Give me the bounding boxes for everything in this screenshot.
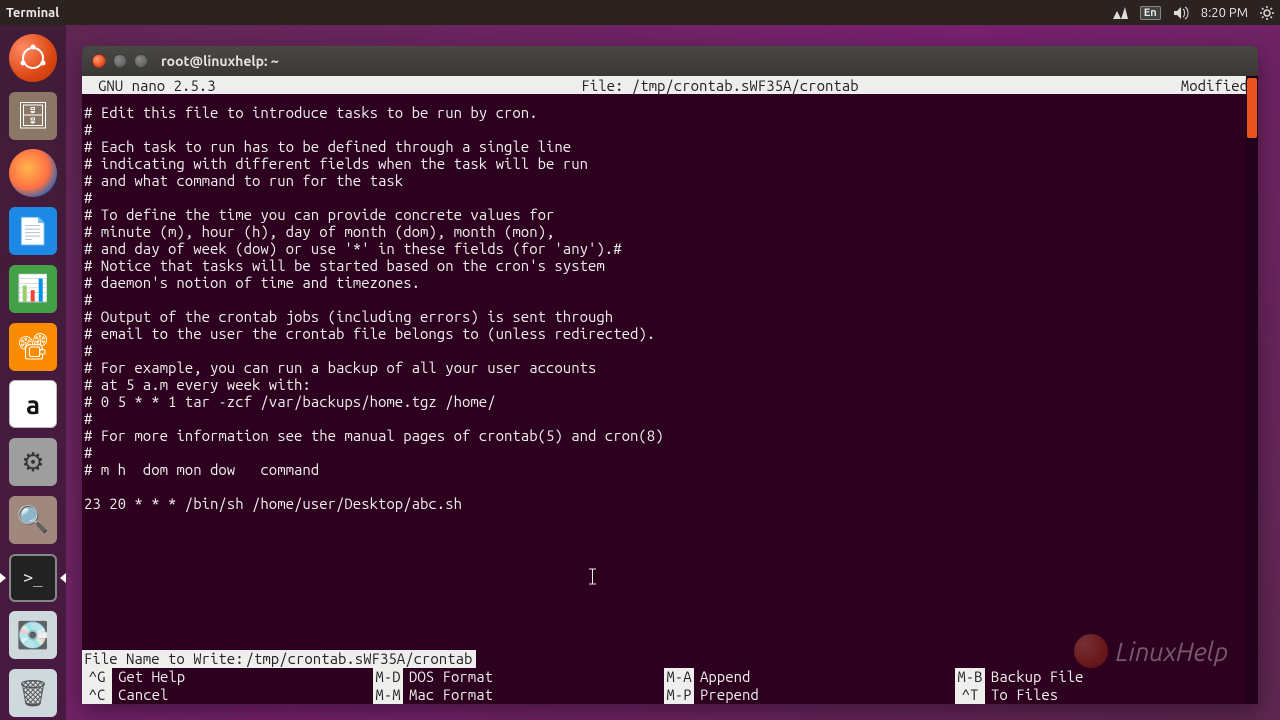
nano-shortcut[interactable]: M-PPrepend: [664, 686, 955, 704]
window-titlebar[interactable]: root@linuxhelp: ~: [82, 46, 1258, 76]
nano-save-prompt[interactable]: File Name to Write: /tmp/crontab.sWF35A/…: [82, 650, 1246, 668]
active-app-label: Terminal: [6, 6, 59, 20]
shortcut-key: M-A: [664, 668, 694, 686]
nano-shortcut[interactable]: M-AAppend: [664, 668, 955, 686]
terminal-body[interactable]: GNU nano 2.5.3 File: /tmp/crontab.sWF35A…: [82, 76, 1258, 704]
window-title: root@linuxhelp: ~: [161, 53, 279, 69]
shortcut-desc: DOS Format: [403, 668, 493, 686]
scrollbar-thumb[interactable]: [1247, 78, 1257, 138]
nano-app-label: GNU nano 2.5.3: [88, 77, 308, 94]
launcher-search[interactable]: 🔍: [6, 493, 60, 547]
shortcut-key: M-B: [955, 668, 985, 686]
nano-status-label: Modified: [1132, 77, 1252, 94]
terminal-scrollbar[interactable]: [1246, 76, 1258, 704]
shortcut-key: M-P: [664, 686, 694, 704]
shortcut-desc: Backup File: [985, 668, 1083, 686]
nano-shortcut[interactable]: M-BBackup File: [955, 668, 1246, 686]
session-gear-icon[interactable]: [1260, 6, 1274, 20]
window-minimize-button[interactable]: [113, 54, 127, 68]
shortcut-desc: Mac Format: [403, 686, 493, 704]
launcher: 🗄 📄 📊 📽 a ⚙ 🔍 >_ 💽 🗑: [0, 25, 66, 720]
nano-footer: File Name to Write: /tmp/crontab.sWF35A/…: [82, 650, 1246, 704]
launcher-trash[interactable]: 🗑: [6, 666, 60, 720]
terminal-window: root@linuxhelp: ~ GNU nano 2.5.3 File: /…: [82, 46, 1258, 704]
shortcut-desc: Cancel: [112, 686, 168, 704]
nano-shortcut[interactable]: M-DDOS Format: [373, 668, 664, 686]
nano-shortcut[interactable]: ^GGet Help: [82, 668, 373, 686]
shortcut-key: M-D: [373, 668, 403, 686]
shortcut-desc: Prepend: [694, 686, 759, 704]
window-maximize-button[interactable]: [134, 54, 148, 68]
launcher-terminal[interactable]: >_: [6, 551, 60, 605]
nano-header: GNU nano 2.5.3 File: /tmp/crontab.sWF35A…: [82, 76, 1258, 94]
shortcut-desc: Append: [694, 668, 750, 686]
launcher-dash[interactable]: [6, 31, 60, 85]
launcher-disk[interactable]: 💽: [6, 609, 60, 663]
launcher-writer[interactable]: 📄: [6, 204, 60, 258]
launcher-settings[interactable]: ⚙: [6, 435, 60, 489]
clock-label[interactable]: 8:20 PM: [1201, 6, 1248, 20]
top-panel: Terminal En 8:20 PM: [0, 0, 1280, 25]
nano-save-prompt-value[interactable]: /tmp/crontab.sWF35A/crontab: [246, 650, 477, 668]
shortcut-key: ^C: [82, 686, 112, 704]
launcher-files[interactable]: 🗄: [6, 89, 60, 143]
nano-file-label: File: /tmp/crontab.sWF35A/crontab: [308, 77, 1132, 94]
nano-shortcut[interactable]: M-MMac Format: [373, 686, 664, 704]
launcher-impress[interactable]: 📽: [6, 320, 60, 374]
sound-icon[interactable]: [1173, 6, 1189, 20]
shortcut-desc: Get Help: [112, 668, 185, 686]
keyboard-language-indicator[interactable]: En: [1140, 6, 1161, 20]
network-icon[interactable]: [1112, 6, 1128, 20]
nano-shortcut[interactable]: ^TTo Files: [955, 686, 1246, 704]
shortcut-key: M-M: [373, 686, 403, 704]
window-close-button[interactable]: [92, 54, 106, 68]
launcher-amazon[interactable]: a: [6, 378, 60, 432]
text-caret-icon: [588, 568, 589, 585]
nano-shortcuts: ^GGet HelpM-DDOS FormatM-AAppendM-BBacku…: [82, 668, 1246, 704]
nano-shortcut[interactable]: ^CCancel: [82, 686, 373, 704]
launcher-firefox[interactable]: [6, 147, 60, 201]
nano-save-prompt-label: File Name to Write:: [82, 650, 246, 668]
shortcut-key: ^G: [82, 668, 112, 686]
nano-editor-content[interactable]: # Edit this file to introduce tasks to b…: [82, 94, 1258, 512]
shortcut-desc: To Files: [985, 686, 1058, 704]
launcher-calc[interactable]: 📊: [6, 262, 60, 316]
shortcut-key: ^T: [955, 686, 985, 704]
